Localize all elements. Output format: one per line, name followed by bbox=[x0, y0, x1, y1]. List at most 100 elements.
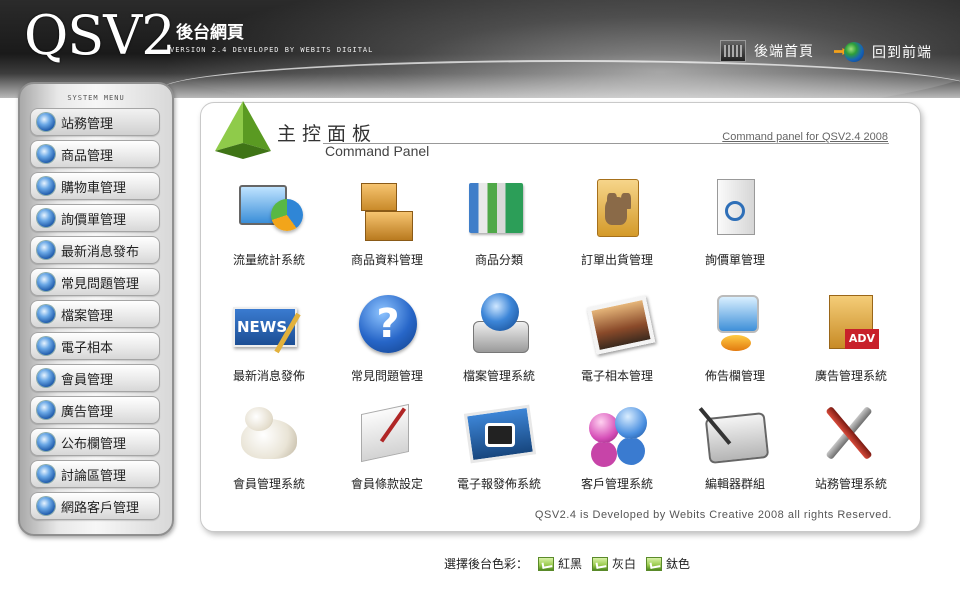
green-pyramid-icon bbox=[211, 99, 275, 161]
blue-orb-icon bbox=[37, 273, 55, 291]
tile-label: 會員管理系統 bbox=[232, 477, 305, 491]
tile-label: 廣告管理系統 bbox=[814, 369, 887, 383]
tile-label: 最新消息發佈 bbox=[232, 369, 305, 383]
sidebar-item-label: 購物車管理 bbox=[61, 180, 127, 196]
sidebar-item-faq[interactable]: 常見問題管理 bbox=[30, 268, 160, 296]
sidebar-item-album[interactable]: 電子相本 bbox=[30, 332, 160, 360]
theme-option-label: 灰白 bbox=[612, 557, 637, 571]
sidebar-item-forum[interactable]: 討論區管理 bbox=[30, 460, 160, 488]
palette-icon bbox=[646, 556, 663, 571]
blue-orb-icon bbox=[37, 433, 55, 451]
tile-label: 詢價單管理 bbox=[704, 253, 765, 267]
tile-product-data[interactable]: 商品資料管理 bbox=[333, 175, 441, 275]
system-menu-title: SYSTEM MENU bbox=[67, 94, 125, 102]
tile-label: 訂單出貨管理 bbox=[580, 253, 653, 267]
theme-option-gray-white[interactable]: 灰白 bbox=[592, 555, 636, 572]
people-icon bbox=[581, 399, 653, 469]
sidebar-item-label: 最新消息發布 bbox=[61, 244, 140, 260]
tools-icon bbox=[815, 399, 887, 469]
tile-site-admin[interactable]: 站務管理系統 bbox=[797, 399, 905, 499]
tile-label: 電子相本管理 bbox=[580, 369, 653, 383]
tile-label: 會員條款設定 bbox=[350, 477, 423, 491]
blue-orb-icon bbox=[37, 369, 55, 387]
tile-inquiry[interactable]: 詢價單管理 bbox=[681, 175, 789, 275]
tile-members[interactable]: 會員管理系統 bbox=[215, 399, 323, 499]
tile-label: 站務管理系統 bbox=[814, 477, 887, 491]
theme-option-red-black[interactable]: 紅黑 bbox=[538, 555, 582, 572]
sidebar-item-online-customers[interactable]: 網路客戶管理 bbox=[30, 492, 160, 520]
sidebar-item-cart[interactable]: 購物車管理 bbox=[30, 172, 160, 200]
command-panel: 主控面板 Command Panel Command panel for QSV… bbox=[200, 99, 921, 532]
sidebar-item-label: 商品管理 bbox=[61, 148, 114, 164]
tile-label: 編輯器群組 bbox=[704, 477, 765, 491]
help-icon bbox=[351, 291, 423, 361]
tile-label: 客戶管理系統 bbox=[580, 477, 653, 491]
document-search-icon bbox=[699, 175, 771, 245]
tile-product-category[interactable]: 商品分類 bbox=[445, 175, 553, 275]
tile-ads[interactable]: 廣告管理系統 bbox=[797, 291, 905, 391]
theme-option-label: 紅黑 bbox=[558, 557, 583, 571]
tile-member-terms[interactable]: 會員條款設定 bbox=[333, 399, 441, 499]
blue-orb-icon bbox=[37, 497, 55, 515]
palette-icon bbox=[538, 556, 555, 571]
folder-mule-icon bbox=[581, 175, 653, 245]
system-menu: SYSTEM MENU 站務管理 商品管理 購物車管理 詢價單管理 最新消息發布… bbox=[18, 82, 174, 536]
sidebar-item-site[interactable]: 站務管理 bbox=[30, 108, 160, 136]
tile-label: 佈告欄管理 bbox=[704, 369, 765, 383]
globe-arrow-icon bbox=[834, 40, 864, 64]
tile-editor-group[interactable]: 編輯器群組 bbox=[681, 399, 789, 499]
sidebar-item-news[interactable]: 最新消息發布 bbox=[30, 236, 160, 264]
blue-orb-icon bbox=[37, 177, 55, 195]
adv-folder-icon bbox=[815, 291, 887, 361]
sidebar-item-label: 討論區管理 bbox=[61, 468, 127, 484]
backend-home-label: 後端首頁 bbox=[754, 44, 814, 60]
computer-icon bbox=[699, 291, 771, 361]
tile-traffic-stats[interactable]: 流量統計系統 bbox=[215, 175, 323, 275]
panel-subtitle: Command Panel bbox=[325, 143, 430, 159]
tile-faq[interactable]: 常見問題管理 bbox=[333, 291, 441, 391]
tablet-pen-icon bbox=[699, 399, 771, 469]
palette-icon bbox=[592, 556, 609, 571]
sidebar-item-label: 會員管理 bbox=[61, 372, 114, 388]
tile-file-system[interactable]: 檔案管理系統 bbox=[445, 291, 553, 391]
blue-orb-icon bbox=[37, 337, 55, 355]
tile-newsletter[interactable]: 電子報發佈系統 bbox=[445, 399, 553, 499]
sidebar-item-files[interactable]: 檔案管理 bbox=[30, 300, 160, 328]
tile-bulletin[interactable]: 佈告欄管理 bbox=[681, 291, 789, 391]
app-logo: QSV2 bbox=[24, 4, 176, 67]
drive-icon bbox=[463, 291, 535, 361]
frontend-link[interactable]: 回到前端 bbox=[834, 40, 932, 64]
books-icon bbox=[463, 175, 535, 245]
frontend-label: 回到前端 bbox=[872, 45, 932, 61]
sidebar-item-label: 電子相本 bbox=[61, 340, 114, 356]
blue-orb-icon bbox=[37, 113, 55, 131]
photo-icon bbox=[581, 291, 653, 361]
boxes-icon bbox=[351, 175, 423, 245]
newsletter-icon bbox=[463, 399, 535, 469]
tile-photo-album[interactable]: 電子相本管理 bbox=[563, 291, 671, 391]
tile-label: 電子報發佈系統 bbox=[456, 477, 541, 491]
sidebar-item-members[interactable]: 會員管理 bbox=[30, 364, 160, 392]
theme-selector: 選擇後台色彩： 紅黑 灰白 鈦色 bbox=[444, 555, 690, 572]
sidebar-item-label: 廣告管理 bbox=[61, 404, 114, 420]
sidebar-item-label: 公布欄管理 bbox=[61, 436, 127, 452]
theme-option-label: 鈦色 bbox=[666, 557, 691, 571]
blue-orb-icon bbox=[37, 145, 55, 163]
tile-customers[interactable]: 客戶管理系統 bbox=[563, 399, 671, 499]
app-version: VERSION 2.4 DEVELOPED BY WEBITS DIGITAL bbox=[170, 46, 374, 54]
sidebar-item-bulletin[interactable]: 公布欄管理 bbox=[30, 428, 160, 456]
theme-option-titanium[interactable]: 鈦色 bbox=[646, 555, 690, 572]
sidebar-item-label: 檔案管理 bbox=[61, 308, 114, 324]
panel-title: 主控面板 bbox=[277, 123, 378, 145]
sidebar-item-inquiry[interactable]: 詢價單管理 bbox=[30, 204, 160, 232]
sidebar-item-products[interactable]: 商品管理 bbox=[30, 140, 160, 168]
tile-label: 檔案管理系統 bbox=[462, 369, 535, 383]
sidebar-item-ads[interactable]: 廣告管理 bbox=[30, 396, 160, 424]
sidebar-item-label: 詢價單管理 bbox=[61, 212, 127, 228]
copyright-text: QSV2.4 is Developed by Webits Creative 2… bbox=[534, 509, 892, 521]
tile-news[interactable]: 最新消息發佈 bbox=[215, 291, 323, 391]
backend-home-link[interactable]: 後端首頁 bbox=[720, 40, 814, 62]
tile-label: 商品分類 bbox=[474, 253, 523, 267]
tile-order-shipping[interactable]: 訂單出貨管理 bbox=[563, 175, 671, 275]
sidebar-item-label: 網路客戶管理 bbox=[61, 500, 140, 516]
